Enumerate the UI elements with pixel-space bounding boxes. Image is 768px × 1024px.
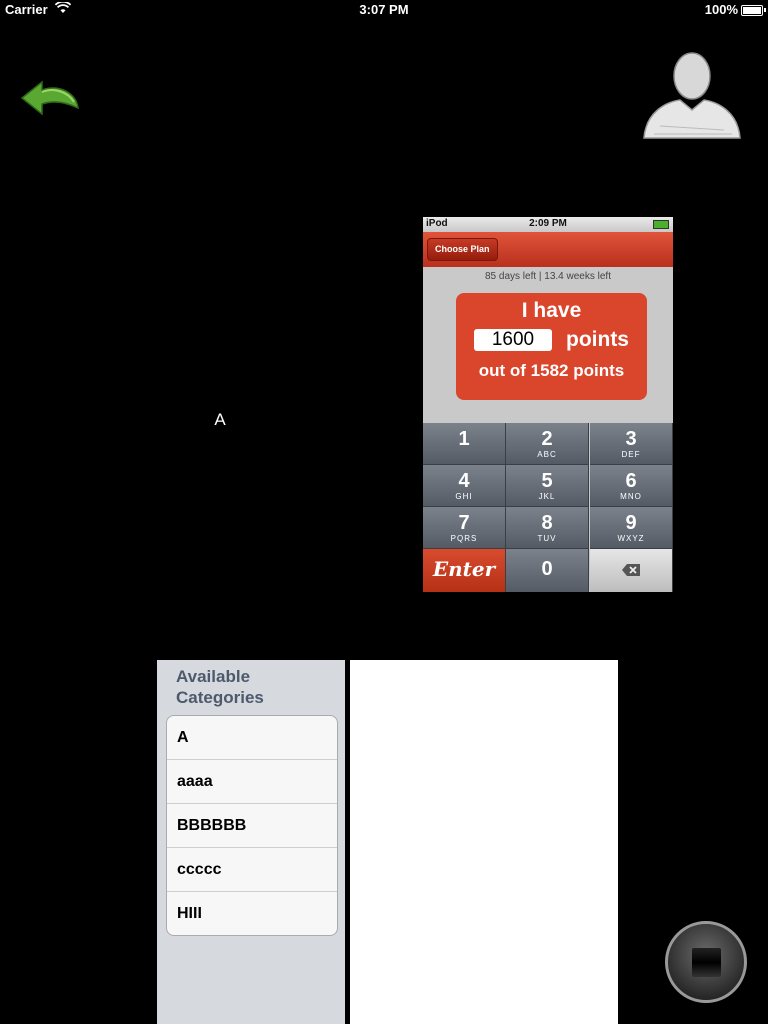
person-silhouette-icon[interactable] (640, 50, 744, 142)
days-left-label: 85 days left | 13.4 weeks left (484, 271, 611, 282)
key-9[interactable]: 9 WXYZ (590, 507, 673, 549)
points-input[interactable]: 1600 (474, 329, 552, 351)
status-bar: Carrier 3:07 PM 100% (0, 0, 768, 20)
list-item[interactable]: ccccc (167, 848, 337, 892)
out-of-label: out of 1582 points (478, 361, 625, 380)
phone-battery-icon (653, 220, 669, 229)
key-5[interactable]: 5 JKL (506, 465, 589, 507)
battery-icon (741, 5, 763, 16)
categories-list: A aaaa BBBBBB ccccc HIII (166, 715, 338, 936)
phone-time: 2:09 PM (529, 218, 567, 229)
key-4[interactable]: 4 GHI (423, 465, 506, 507)
key-7[interactable]: 7 PQRS (423, 507, 506, 549)
points-label: points (566, 328, 629, 351)
key-6[interactable]: 6 MNO (590, 465, 673, 507)
list-item[interactable]: aaaa (167, 760, 337, 804)
key-1[interactable]: 1 (423, 423, 506, 465)
battery-percent: 100% (704, 2, 738, 17)
list-item[interactable]: BBBBBB (167, 804, 337, 848)
categories-panel: Available Categories A aaaa BBBBBB ccccc… (157, 660, 345, 1024)
stop-icon[interactable] (665, 921, 747, 1003)
list-item[interactable]: HIII (167, 892, 337, 935)
key-8[interactable]: 8 TUV (506, 507, 589, 549)
status-time: 3:07 PM (359, 2, 409, 17)
selected-category-label: A (214, 410, 226, 429)
number-keypad: 1 2 ABC 3 DEF 4 GHI 5 JKL 6 MNO 7 PQRS 8 TUV 9W… (423, 423, 673, 592)
phone-status-bar: iPod 2:09 PM (423, 217, 673, 232)
categories-header: Available Categories (176, 667, 264, 707)
key-3[interactable]: 3 DEF (590, 423, 673, 465)
key-2[interactable]: 2 ABC (506, 423, 589, 465)
detail-panel (350, 660, 618, 1024)
back-arrow-icon[interactable] (20, 78, 84, 118)
have-label: I have (521, 299, 582, 322)
phone-nav-bar: Choose Plan (423, 232, 673, 267)
backspace-icon[interactable] (590, 549, 673, 592)
key-0[interactable]: 0 (506, 549, 589, 592)
phone-preview: iPod 2:09 PM Choose Plan 85 days left | … (423, 217, 673, 592)
choose-plan-button[interactable]: Choose Plan (427, 238, 498, 261)
list-item[interactable]: A (167, 716, 337, 760)
points-card: I have 1600 points out of 1582 points (456, 293, 647, 400)
enter-button[interactable]: Enter (423, 549, 506, 592)
